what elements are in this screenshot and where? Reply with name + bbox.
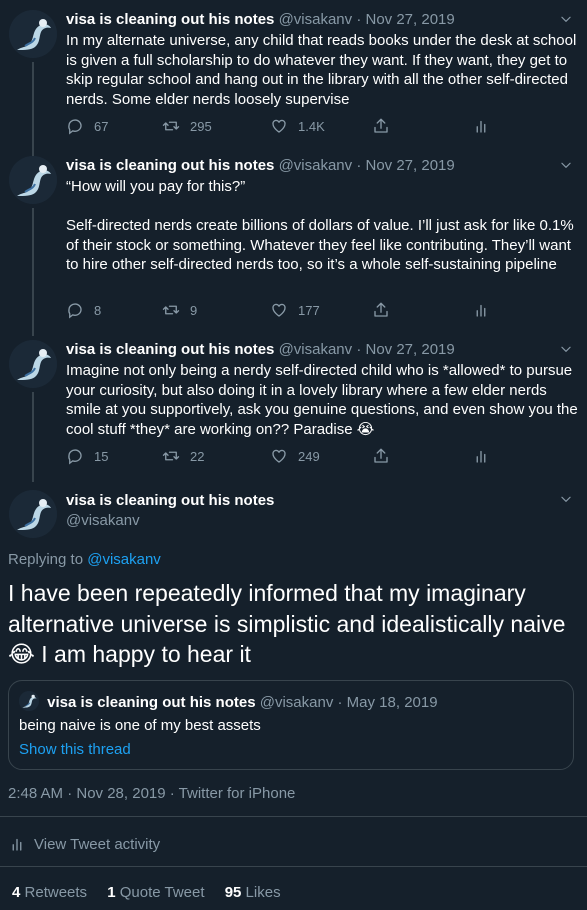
like-count: 249	[298, 448, 320, 464]
author-handle[interactable]: @visakanv	[279, 341, 353, 358]
view-activity-button[interactable]: View Tweet activity	[8, 835, 160, 853]
tweet-date[interactable]: Nov 27, 2019	[366, 341, 455, 358]
analytics-button[interactable]	[472, 301, 490, 319]
avatar[interactable]	[9, 340, 57, 388]
likes-count: 95	[224, 884, 242, 901]
tweet-timestamp[interactable]: 2:48 AM · Nov 28, 2019 · Twitter for iPh…	[8, 785, 295, 802]
author-name[interactable]: visa is cleaning out his notes	[66, 341, 274, 358]
quoted-tweet-text: being naive is one of my best assets	[19, 717, 261, 734]
reply-count: 15	[94, 448, 109, 464]
thread-line	[32, 208, 34, 336]
tweet-header: visa is cleaning out his notes @visakanv…	[66, 341, 455, 358]
tweet-text: In my alternate universe, any child that…	[66, 32, 577, 108]
author-name[interactable]: visa is cleaning out his notes	[66, 11, 274, 28]
tweet-text: Imagine not only being a nerdy self-dire…	[66, 362, 578, 438]
tweet-date[interactable]: Nov 27, 2019	[366, 157, 455, 174]
tweet-header: visa is cleaning out his notes @visakanv	[66, 491, 274, 531]
replying-to: Replying to @visakanv	[8, 551, 161, 568]
retweet-count: 9	[190, 302, 198, 318]
reply-icon	[66, 117, 84, 135]
author-handle[interactable]: @visakanv	[279, 11, 353, 28]
chevron-down-icon[interactable]	[559, 12, 573, 26]
retweet-button[interactable]: 22	[162, 447, 204, 465]
tweet-actions: 15 22 249	[66, 447, 506, 467]
chevron-down-icon[interactable]	[559, 158, 573, 172]
thread-line	[32, 62, 34, 158]
quoted-tweet-header: visa is cleaning out his notes @visakanv…	[19, 691, 438, 713]
tweet-actions: 8 9 177	[66, 301, 506, 321]
tweet-header: visa is cleaning out his notes @visakanv…	[66, 11, 455, 28]
main-tweet-text: I have been repeatedly informed that my …	[8, 580, 566, 667]
like-button[interactable]: 1.4K	[270, 117, 325, 135]
reply-count: 8	[94, 302, 102, 318]
analytics-icon	[472, 447, 490, 465]
like-icon	[270, 301, 288, 319]
share-icon	[372, 447, 390, 465]
tweet-date[interactable]: Nov 27, 2019	[366, 11, 455, 28]
analytics-button[interactable]	[472, 117, 490, 135]
replying-to-link[interactable]: @visakanv	[87, 551, 161, 568]
quote-tweets-label: Quote Tweet	[119, 884, 205, 901]
quote-tweets-stat[interactable]: 1 Quote Tweet	[107, 884, 204, 901]
divider	[0, 866, 587, 867]
retweet-icon	[162, 117, 180, 135]
like-count: 1.4K	[298, 118, 325, 134]
quote-tweets-count: 1	[107, 884, 116, 901]
tweet-header: visa is cleaning out his notes @visakanv…	[66, 157, 455, 174]
author-name[interactable]: visa is cleaning out his notes	[66, 157, 274, 174]
analytics-icon	[8, 835, 26, 853]
chevron-down-icon[interactable]	[559, 492, 573, 506]
reply-icon	[66, 301, 84, 319]
like-button[interactable]: 249	[270, 447, 320, 465]
quoted-tweet[interactable]: visa is cleaning out his notes @visakanv…	[8, 680, 574, 770]
engagement-stats: 4 Retweets 1 Quote Tweet 95 Likes	[12, 884, 297, 901]
retweets-stat[interactable]: 4 Retweets	[12, 884, 87, 901]
retweet-icon	[162, 301, 180, 319]
reply-count: 67	[94, 118, 109, 134]
retweets-count: 4	[12, 884, 21, 901]
activity-label: View Tweet activity	[34, 835, 161, 853]
share-button[interactable]	[372, 301, 390, 319]
retweet-icon	[162, 447, 180, 465]
reply-icon	[66, 447, 84, 465]
thread-line	[32, 392, 34, 482]
retweet-button[interactable]: 9	[162, 301, 197, 319]
share-button[interactable]	[372, 117, 390, 135]
analytics-button[interactable]	[472, 447, 490, 465]
chevron-down-icon[interactable]	[559, 342, 573, 356]
avatar[interactable]	[9, 10, 57, 58]
avatar[interactable]	[9, 156, 57, 204]
like-count: 177	[298, 302, 320, 318]
like-icon	[270, 117, 288, 135]
share-icon	[372, 117, 390, 135]
share-icon	[372, 301, 390, 319]
author-handle[interactable]: @visakanv	[279, 157, 353, 174]
analytics-icon	[472, 117, 490, 135]
quoted-author-handle: @visakanv	[259, 694, 334, 711]
share-button[interactable]	[372, 447, 390, 465]
retweet-button[interactable]: 295	[162, 117, 212, 135]
retweet-count: 22	[190, 448, 205, 464]
like-icon	[270, 447, 288, 465]
retweets-label: Retweets	[24, 884, 88, 901]
reply-button[interactable]: 15	[66, 447, 108, 465]
quoted-tweet-date: May 18, 2019	[346, 694, 438, 711]
retweet-count: 295	[190, 118, 212, 134]
likes-stat[interactable]: 95 Likes	[225, 884, 281, 901]
likes-label: Likes	[245, 884, 281, 901]
tweet-text: “How will you pay for this?” Self-direct…	[66, 178, 574, 273]
avatar[interactable]	[9, 490, 57, 538]
analytics-icon	[472, 301, 490, 319]
author-name[interactable]: visa is cleaning out his notes	[66, 491, 274, 511]
reply-button[interactable]: 67	[66, 117, 108, 135]
author-handle[interactable]: @visakanv	[66, 511, 274, 531]
divider	[0, 816, 587, 817]
avatar	[19, 691, 39, 711]
show-thread-link[interactable]: Show this thread	[19, 741, 131, 758]
reply-button[interactable]: 8	[66, 301, 101, 319]
like-button[interactable]: 177	[270, 301, 320, 319]
tweet-actions: 67 295 1.4K	[66, 117, 506, 137]
replying-label: Replying to	[8, 551, 84, 568]
quoted-author-name: visa is cleaning out his notes	[47, 694, 256, 711]
